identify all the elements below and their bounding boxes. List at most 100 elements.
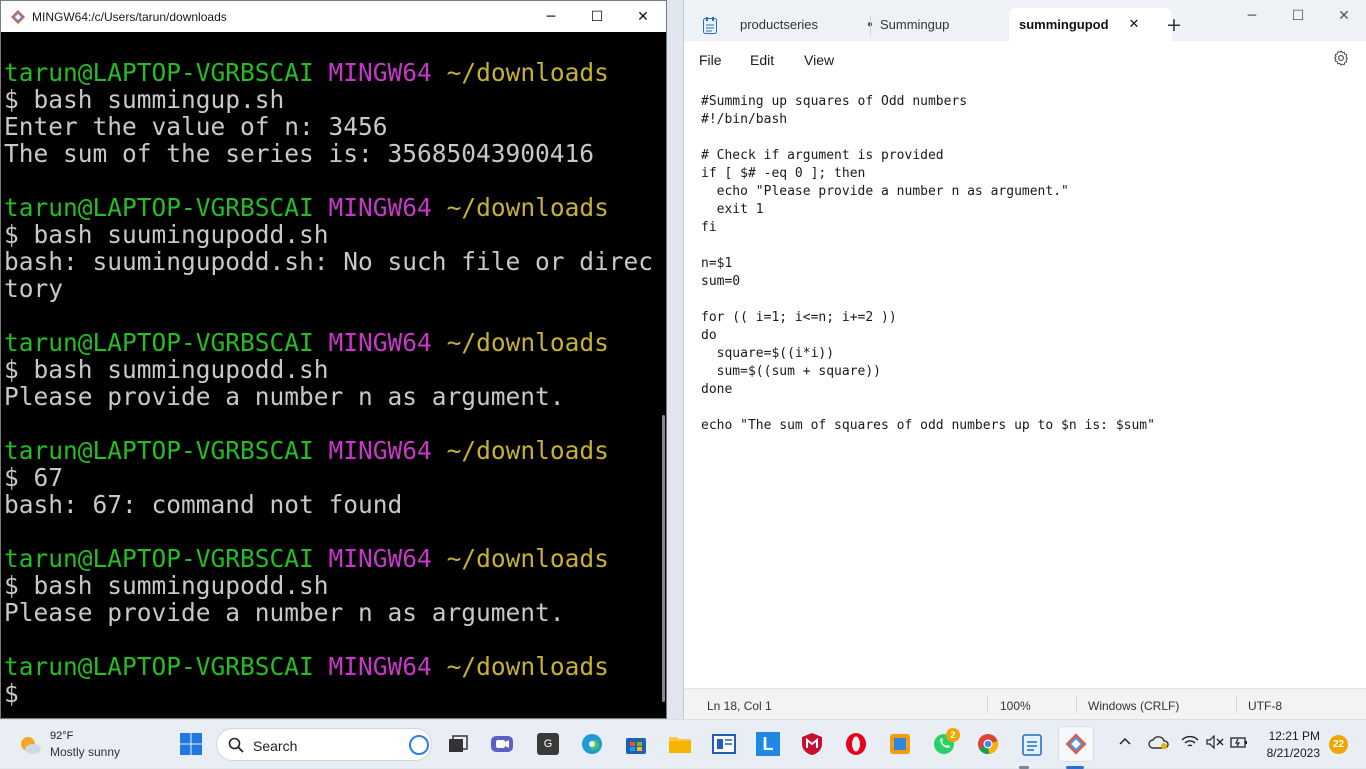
terminal-titlebar[interactable]: MINGW64:/c/Users/tarun/downloads ─ ☐ ✕ [1, 1, 666, 32]
status-divider [1236, 696, 1237, 713]
code-line: n=$1 [701, 256, 733, 271]
battery-icon[interactable] [1230, 735, 1248, 754]
terminal-maximize-button[interactable]: ☐ [574, 1, 620, 32]
clock-time[interactable]: 12:21 PM [1268, 729, 1320, 743]
tab-close-icon[interactable]: ✕ [1129, 17, 1140, 32]
terminal-line: $ 67 [4, 463, 64, 492]
terminal-window[interactable]: MINGW64:/c/Users/tarun/downloads ─ ☐ ✕ t… [0, 0, 667, 719]
status-divider [987, 696, 988, 713]
git-bash-icon [10, 9, 26, 25]
new-tab-button[interactable]: + [1166, 14, 1182, 36]
notepad-icon[interactable] [1016, 728, 1048, 760]
weather-widget[interactable]: 92°F Mostly sunny [18, 728, 138, 762]
code-line: #!/bin/bash [701, 112, 788, 127]
terminal-output[interactable]: tarun@LAPTOP-VGRBSCAI MINGW64 ~/download… [1, 32, 666, 718]
notepad-status-bar: Ln 18, Col 1 100% Windows (CRLF) UTF-8 [684, 688, 1366, 719]
store-icon[interactable] [620, 728, 652, 760]
prompt-user: tarun@LAPTOP-VGRBSCAI [4, 193, 314, 222]
prompt-user: tarun@LAPTOP-VGRBSCAI [4, 652, 314, 681]
terminal-scrollbar[interactable] [660, 32, 666, 718]
notepad-close-button[interactable]: ✕ [1321, 0, 1366, 31]
gear-icon[interactable] [1332, 49, 1350, 67]
edge-icon[interactable] [576, 728, 608, 760]
terminal-prompt-line: tarun@LAPTOP-VGRBSCAI MINGW64 ~/download… [4, 59, 666, 86]
zoom-level[interactable]: 100% [1000, 699, 1031, 713]
terminal-line: Please provide a number n as argument. [4, 382, 565, 411]
opera-icon[interactable] [840, 728, 872, 760]
terminal-line: bash: 67: command not found [4, 490, 403, 519]
file-explorer-icon[interactable] [664, 728, 696, 760]
git-bash-icon[interactable] [1058, 726, 1094, 762]
tab-summingupod[interactable]: summingupod ✕ [1009, 8, 1172, 41]
code-editor[interactable]: #Summing up squares of Odd numbers #!/bin… [684, 78, 1366, 685]
code-line: done [701, 382, 733, 397]
prompt-env: MINGW64 [328, 193, 432, 222]
code-line: echo "The sum of squares of odd numbers … [701, 418, 1155, 433]
terminal-line: $ bash summingup.sh [4, 85, 285, 114]
prompt-path: ~/downloads [446, 328, 609, 357]
task-view-icon[interactable] [442, 728, 474, 760]
terminal-line: bash: suumingupodd.sh: No such file or d… [4, 247, 654, 276]
app-g-icon[interactable]: G [532, 728, 564, 760]
prompt-user: tarun@LAPTOP-VGRBSCAI [4, 58, 314, 87]
status-divider [1076, 696, 1077, 713]
menu-file[interactable]: File [699, 52, 722, 68]
start-icon[interactable] [175, 728, 207, 760]
prompt-user: tarun@LAPTOP-VGRBSCAI [4, 544, 314, 573]
code-line: for (( i=1; i<=n; i+=2 )) [701, 310, 897, 325]
notepad-window[interactable]: productseries ● Summingup summingupod ✕ … [683, 0, 1366, 719]
tab-label: productseries [740, 17, 819, 32]
app-frame-icon[interactable] [708, 728, 740, 760]
app-l-icon[interactable]: L [752, 728, 784, 760]
terminal-prompt-line: tarun@LAPTOP-VGRBSCAI MINGW64 ~/download… [4, 653, 666, 680]
code-line: do [701, 328, 717, 343]
tab-summingup[interactable]: Summingup [880, 8, 949, 41]
clock-date[interactable]: 8/21/2023 [1263, 746, 1320, 760]
code-line: echo "Please provide a number n as argum… [701, 184, 1069, 199]
weather-temperature: 92°F [50, 730, 74, 742]
prompt-env: MINGW64 [328, 328, 432, 357]
line-ending[interactable]: Windows (CRLF) [1088, 699, 1179, 713]
tab-label: Summingup [880, 17, 950, 32]
taskbar: 92°F Mostly sunny Search G L 2 12:21 PM … [0, 719, 1366, 769]
mcafee-icon[interactable] [796, 728, 828, 760]
terminal-prompt-line: tarun@LAPTOP-VGRBSCAI MINGW64 ~/download… [4, 329, 666, 356]
terminal-minimize-button[interactable]: ─ [528, 1, 574, 32]
wifi-icon[interactable] [1181, 735, 1199, 754]
notepad-minimize-button[interactable]: ─ [1229, 0, 1275, 31]
encoding[interactable]: UTF-8 [1248, 699, 1282, 713]
menu-view[interactable]: View [804, 52, 834, 68]
prompt-user: tarun@LAPTOP-VGRBSCAI [4, 328, 314, 357]
volume-muted-icon[interactable] [1206, 734, 1224, 754]
terminal-scroll-thumb[interactable] [662, 415, 665, 702]
terminal-line: Enter the value of n: 3456 [4, 112, 388, 141]
code-line: # Check if argument is provided [701, 148, 944, 163]
onedrive-icon[interactable] [1148, 734, 1170, 755]
code-line: #Summing up squares of Odd numbers [701, 94, 968, 109]
terminal-line: The sum of the series is: 35685043900416 [4, 139, 595, 168]
teams-meet-icon[interactable] [486, 728, 518, 760]
terminal-prompt-line: tarun@LAPTOP-VGRBSCAI MINGW64 ~/download… [4, 194, 666, 221]
tab-productseries[interactable]: productseries ● [740, 8, 873, 41]
code-line: fi [701, 220, 717, 235]
menu-edit[interactable]: Edit [750, 52, 774, 68]
prompt-env: MINGW64 [328, 652, 432, 681]
whatsapp-badge: 2 [946, 728, 960, 742]
prompt-user: tarun@LAPTOP-VGRBSCAI [4, 436, 314, 465]
code-line: if [ $# -eq 0 ]; then [701, 166, 866, 181]
sun-cloud-icon [18, 734, 42, 756]
prompt-env: MINGW64 [328, 436, 432, 465]
search-input[interactable]: Search [216, 728, 432, 761]
chrome-icon[interactable] [972, 728, 1004, 760]
chevron-up-icon[interactable] [1118, 735, 1132, 754]
terminal-close-button[interactable]: ✕ [620, 1, 666, 32]
notepad-maximize-button[interactable]: ☐ [1275, 0, 1321, 31]
app-box-icon[interactable] [884, 728, 916, 760]
notification-badge[interactable]: 22 [1329, 735, 1348, 754]
code-line: square=$((i*i)) [701, 346, 835, 361]
